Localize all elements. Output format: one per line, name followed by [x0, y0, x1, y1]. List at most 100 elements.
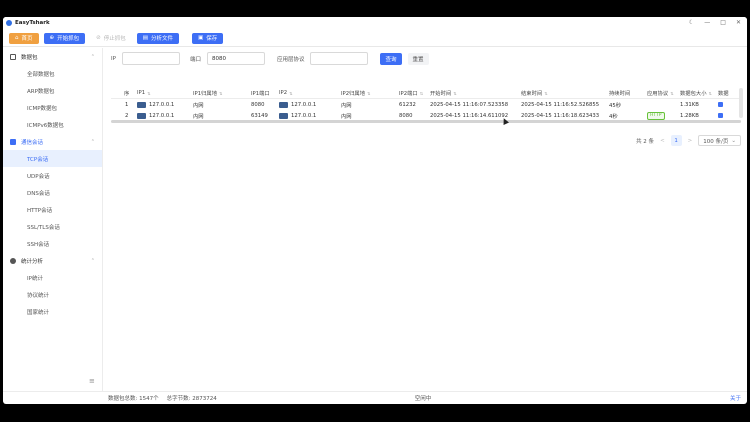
sidebar-item-udp[interactable]: UDP会话	[3, 167, 102, 184]
sort-icon[interactable]: ⇅	[670, 91, 673, 96]
start-capture-button[interactable]: ⊕ 开始抓包	[43, 32, 86, 44]
col-data: 数据	[718, 89, 733, 97]
sidebar-group-packets[interactable]: 数据包 ⌃	[3, 48, 102, 65]
sidebar-item-icmp[interactable]: ICMP数据包	[3, 99, 102, 116]
ip-label: IP	[111, 55, 116, 62]
search-button[interactable]: 查询	[380, 52, 402, 65]
col-port1[interactable]: IP1端口	[251, 89, 279, 97]
file-icon: ▤	[142, 35, 148, 41]
view-data-icon[interactable]	[718, 102, 723, 107]
monitor-icon	[279, 101, 288, 108]
home-button[interactable]: ⌂ 首页	[9, 32, 39, 44]
cell-ip1: 127.0.0.1	[129, 101, 193, 108]
sort-icon[interactable]: ⇅	[289, 91, 292, 96]
cell-ip1-text: 127.0.0.1	[149, 112, 175, 119]
collapse-menu-icon[interactable]: ≡	[89, 377, 95, 385]
sidebar-group-label: 数据包	[21, 54, 38, 61]
sort-icon[interactable]: ⇅	[544, 91, 547, 96]
minimize-button[interactable]: —	[704, 19, 710, 26]
page-size-select[interactable]: 100 条/页 ⌄	[698, 135, 741, 146]
sort-icon[interactable]: ⇅	[453, 91, 456, 96]
start-capture-label: 开始抓包	[57, 36, 80, 42]
sort-icon[interactable]: ⇅	[219, 91, 222, 96]
session-table: 序号 IP1⇅ IP1归属地⇅ IP1端口 IP2⇅ IP2归属地⇅ IP2端口…	[111, 88, 741, 121]
about-link[interactable]: 关于	[730, 394, 741, 402]
sidebar: 数据包 ⌃ 全部数据包 ARP数据包 ICMP数据包 ICMPv6数据包 通信会…	[3, 48, 103, 391]
monitor-icon	[137, 112, 146, 119]
sidebar-item-dns[interactable]: DNS会话	[3, 184, 102, 201]
sidebar-item-ip-stats[interactable]: IP统计	[3, 269, 102, 286]
col-start-time[interactable]: 开始时间 ⇅	[430, 89, 519, 98]
protocol-input[interactable]	[310, 52, 369, 65]
save-button[interactable]: ▣ 保存	[191, 32, 224, 44]
col-duration[interactable]: 持续时间	[609, 89, 647, 97]
sidebar-item-country-stats[interactable]: 国家统计	[3, 303, 102, 320]
col-loc1[interactable]: IP1归属地 ⇅	[193, 89, 251, 98]
sort-icon[interactable]: ⇅	[709, 91, 712, 96]
stop-icon: ⊘	[96, 35, 101, 41]
sort-icon[interactable]: ⇅	[420, 91, 423, 96]
col-loc2[interactable]: IP2归属地 ⇅	[341, 89, 399, 98]
cell-ip2: 127.0.0.1	[279, 101, 341, 108]
monitor-icon	[137, 101, 146, 108]
cell-port2: 61232	[399, 101, 416, 108]
sidebar-group-sessions[interactable]: 通信会话 ⌃	[3, 133, 102, 150]
col-app-proto[interactable]: 应用协议 ⇅	[647, 89, 680, 98]
col-end-time[interactable]: 结束时间 ⇅	[519, 89, 609, 98]
sidebar-item-proto-stats[interactable]: 协议统计	[3, 286, 102, 303]
chevron-up-icon: ⌃	[90, 138, 95, 145]
table-row[interactable]: 1 127.0.0.1 内网 8080 127.0.0.1 内网 61232 2…	[111, 99, 741, 110]
page-number[interactable]: 1	[670, 135, 682, 146]
maximize-button[interactable]: □	[720, 19, 726, 26]
cell-size: 1.31KB	[680, 101, 699, 108]
save-label: 保存	[206, 36, 218, 42]
sort-icon[interactable]: ⇅	[367, 91, 370, 96]
session-icon	[10, 138, 16, 145]
view-data-icon[interactable]	[718, 113, 723, 118]
cell-data	[718, 102, 733, 107]
col-label: 开始时间	[430, 91, 452, 97]
sidebar-item-http[interactable]: HTTP会话	[3, 201, 102, 218]
protocol-tag: HTTP	[647, 111, 665, 120]
sidebar-item-tcp[interactable]: TCP会话	[3, 150, 102, 167]
col-port2[interactable]: IP2端口 ⇅	[399, 89, 430, 98]
reset-button[interactable]: 重置	[407, 52, 429, 65]
theme-toggle-icon[interactable]: ☾	[689, 19, 694, 26]
col-label: IP1	[137, 90, 146, 96]
col-ip1[interactable]: IP1 ⇅	[129, 90, 193, 96]
home-label: 首页	[21, 36, 33, 42]
analyze-file-button[interactable]: ▤ 分析文件	[136, 32, 179, 44]
sidebar-item-all-packets[interactable]: 全部数据包	[3, 65, 102, 82]
stop-capture-button[interactable]: ⊘ 停止抓包	[90, 32, 132, 44]
status-bar: 数据包总数: 1547个 总字节数: 2873724 空闲中 关于	[3, 391, 747, 404]
filter-bar: IP 端口 8080 应用层协议 查询 重置	[111, 52, 429, 65]
ip-input[interactable]	[121, 52, 180, 65]
col-size[interactable]: 数据包大小 ⇅	[680, 89, 718, 98]
table-horizontal-scrollbar[interactable]	[111, 120, 741, 123]
col-label: 数据包大小	[680, 91, 707, 97]
cell-ip2-text: 127.0.0.1	[291, 112, 317, 119]
packet-count: 数据包总数: 1547个	[108, 396, 159, 402]
cell-size: 1.28KB	[680, 112, 699, 119]
col-label: 结束时间	[521, 91, 543, 97]
table-vertical-scrollbar[interactable]	[739, 88, 743, 118]
cell-loc1: 内网	[193, 113, 204, 120]
sidebar-item-icmpv6[interactable]: ICMPv6数据包	[3, 116, 102, 133]
close-button[interactable]: ✕	[736, 19, 741, 26]
col-ip2[interactable]: IP2 ⇅	[279, 90, 341, 96]
sort-icon[interactable]: ⇅	[147, 91, 150, 96]
cell-end-time: 2025-04-15 11:16:52.526855	[521, 101, 600, 108]
packet-icon	[10, 53, 16, 60]
port-input[interactable]: 8080	[206, 52, 265, 65]
sidebar-item-arp[interactable]: ARP数据包	[3, 82, 102, 99]
col-label: IP2	[279, 90, 288, 96]
next-page-button[interactable]: >	[688, 138, 693, 144]
col-no: 序号	[111, 89, 129, 97]
sidebar-item-ssh[interactable]: SSH会话	[3, 235, 102, 252]
sidebar-group-stats[interactable]: 统计分析 ⌃	[3, 252, 102, 269]
prev-page-button[interactable]: <	[660, 138, 665, 144]
home-icon: ⌂	[15, 35, 19, 41]
sidebar-item-ssl-tls[interactable]: SSL/TLS会话	[3, 218, 102, 235]
col-label: IP2归属地	[341, 91, 366, 97]
cell-end-time: 2025-04-15 11:16:18.623433	[521, 112, 600, 119]
